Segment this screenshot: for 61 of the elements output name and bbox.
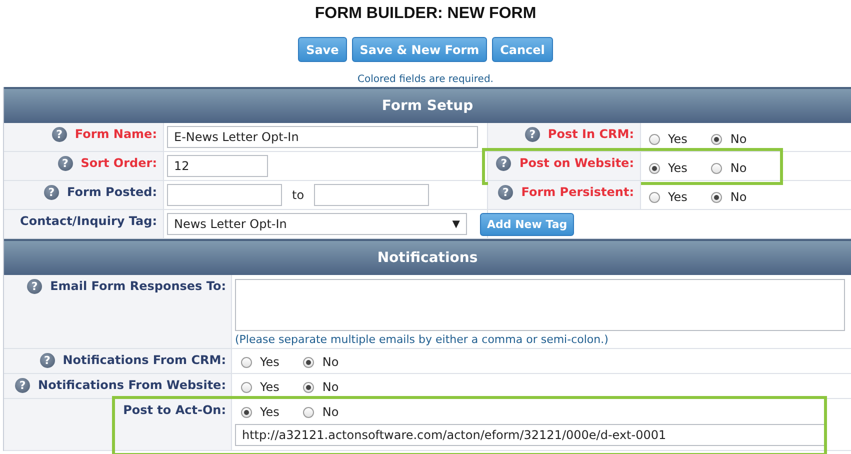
option-label: No xyxy=(730,132,747,146)
url-field[interactable]: http://a32121.actonsoftware.com/acton/eform/32121/000e/d-ext-0001 xyxy=(235,424,825,446)
range-separator: to xyxy=(292,188,304,202)
email-textarea[interactable] xyxy=(235,279,845,331)
option-label: Yes xyxy=(260,380,280,394)
option-label: No xyxy=(730,190,747,204)
action-button[interactable]: Save & New Form xyxy=(352,37,488,62)
help-icon[interactable]: ? xyxy=(15,378,30,393)
radio-button[interactable] xyxy=(711,162,722,174)
option-label: Yes xyxy=(668,161,688,175)
text-field[interactable]: E-News Letter Opt-In xyxy=(167,126,478,148)
field-label: Post In CRM: xyxy=(548,127,634,141)
action-button[interactable]: Save xyxy=(298,37,347,62)
help-icon[interactable]: ? xyxy=(58,156,73,171)
radio-button[interactable] xyxy=(649,192,660,202)
help-icon[interactable]: ? xyxy=(496,156,512,171)
field-label: Form Name: xyxy=(74,127,157,141)
option-label: No xyxy=(322,355,339,369)
text-field[interactable]: 12 xyxy=(167,155,268,177)
field-hint: (Please separate multiple emails by either a comma or semi-colon.) xyxy=(235,333,608,346)
add-tag-button[interactable]: Add New Tag xyxy=(480,212,574,236)
radio-button[interactable] xyxy=(303,382,314,392)
field-label: Email Form Responses To: xyxy=(50,279,226,293)
help-icon[interactable]: ? xyxy=(27,279,42,294)
field-label: Notifications From Website: xyxy=(38,378,226,392)
field-label: Form Persistent: xyxy=(521,185,634,199)
radio-button[interactable] xyxy=(241,356,252,368)
help-icon[interactable]: ? xyxy=(44,185,59,200)
radio-button[interactable] xyxy=(711,134,722,144)
radio-button[interactable] xyxy=(711,192,722,202)
help-icon[interactable]: ? xyxy=(52,127,67,142)
option-label: Yes xyxy=(668,132,688,146)
section-header: Notifications xyxy=(4,239,851,275)
option-label: No xyxy=(322,380,339,394)
action-button[interactable]: Cancel xyxy=(492,37,553,62)
radio-button[interactable] xyxy=(649,134,660,144)
option-label: No xyxy=(322,405,339,419)
field-label: Form Posted: xyxy=(67,185,157,199)
option-label: No xyxy=(730,161,747,175)
help-icon[interactable]: ? xyxy=(498,185,514,200)
date-field[interactable] xyxy=(167,184,282,206)
option-label: Yes xyxy=(260,355,280,369)
field-label: Sort Order: xyxy=(80,156,157,170)
option-label: Yes xyxy=(260,405,280,419)
tag-dropdown[interactable]: News Letter Opt-In ▼ xyxy=(167,213,467,235)
radio-button[interactable] xyxy=(303,406,314,418)
page-title: FORM BUILDER: NEW FORM xyxy=(314,4,538,24)
radio-button[interactable] xyxy=(241,382,252,392)
help-icon[interactable]: ? xyxy=(524,127,540,142)
section-header: Form Setup xyxy=(4,87,851,123)
option-label: Yes xyxy=(668,190,688,204)
radio-button[interactable] xyxy=(649,162,660,174)
field-label: Post to Act-On: xyxy=(123,403,226,417)
field-label: Notifications From CRM: xyxy=(62,353,226,367)
field-label: Post on Website: xyxy=(519,156,634,170)
field-label: Contact/Inquiry Tag: xyxy=(20,214,157,228)
radio-button[interactable] xyxy=(303,356,314,368)
date-field[interactable] xyxy=(314,184,430,206)
help-icon[interactable]: ? xyxy=(40,353,55,368)
radio-button[interactable] xyxy=(241,406,252,418)
required-note: Colored fields are required. xyxy=(356,74,494,87)
